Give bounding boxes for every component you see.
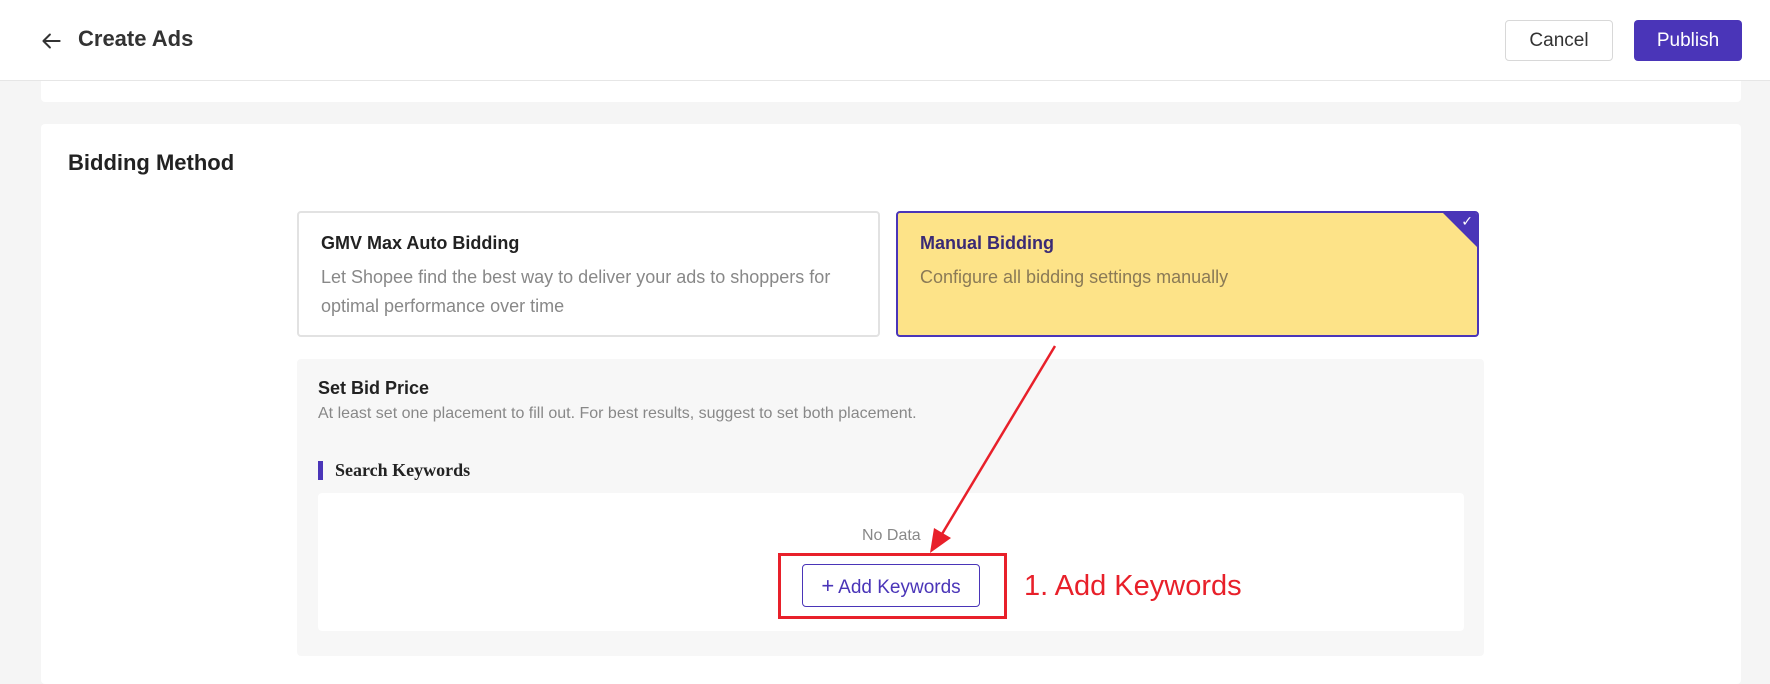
annotation-arrow-icon bbox=[930, 345, 1057, 553]
annotation-text: 1. Add Keywords bbox=[1024, 570, 1242, 602]
